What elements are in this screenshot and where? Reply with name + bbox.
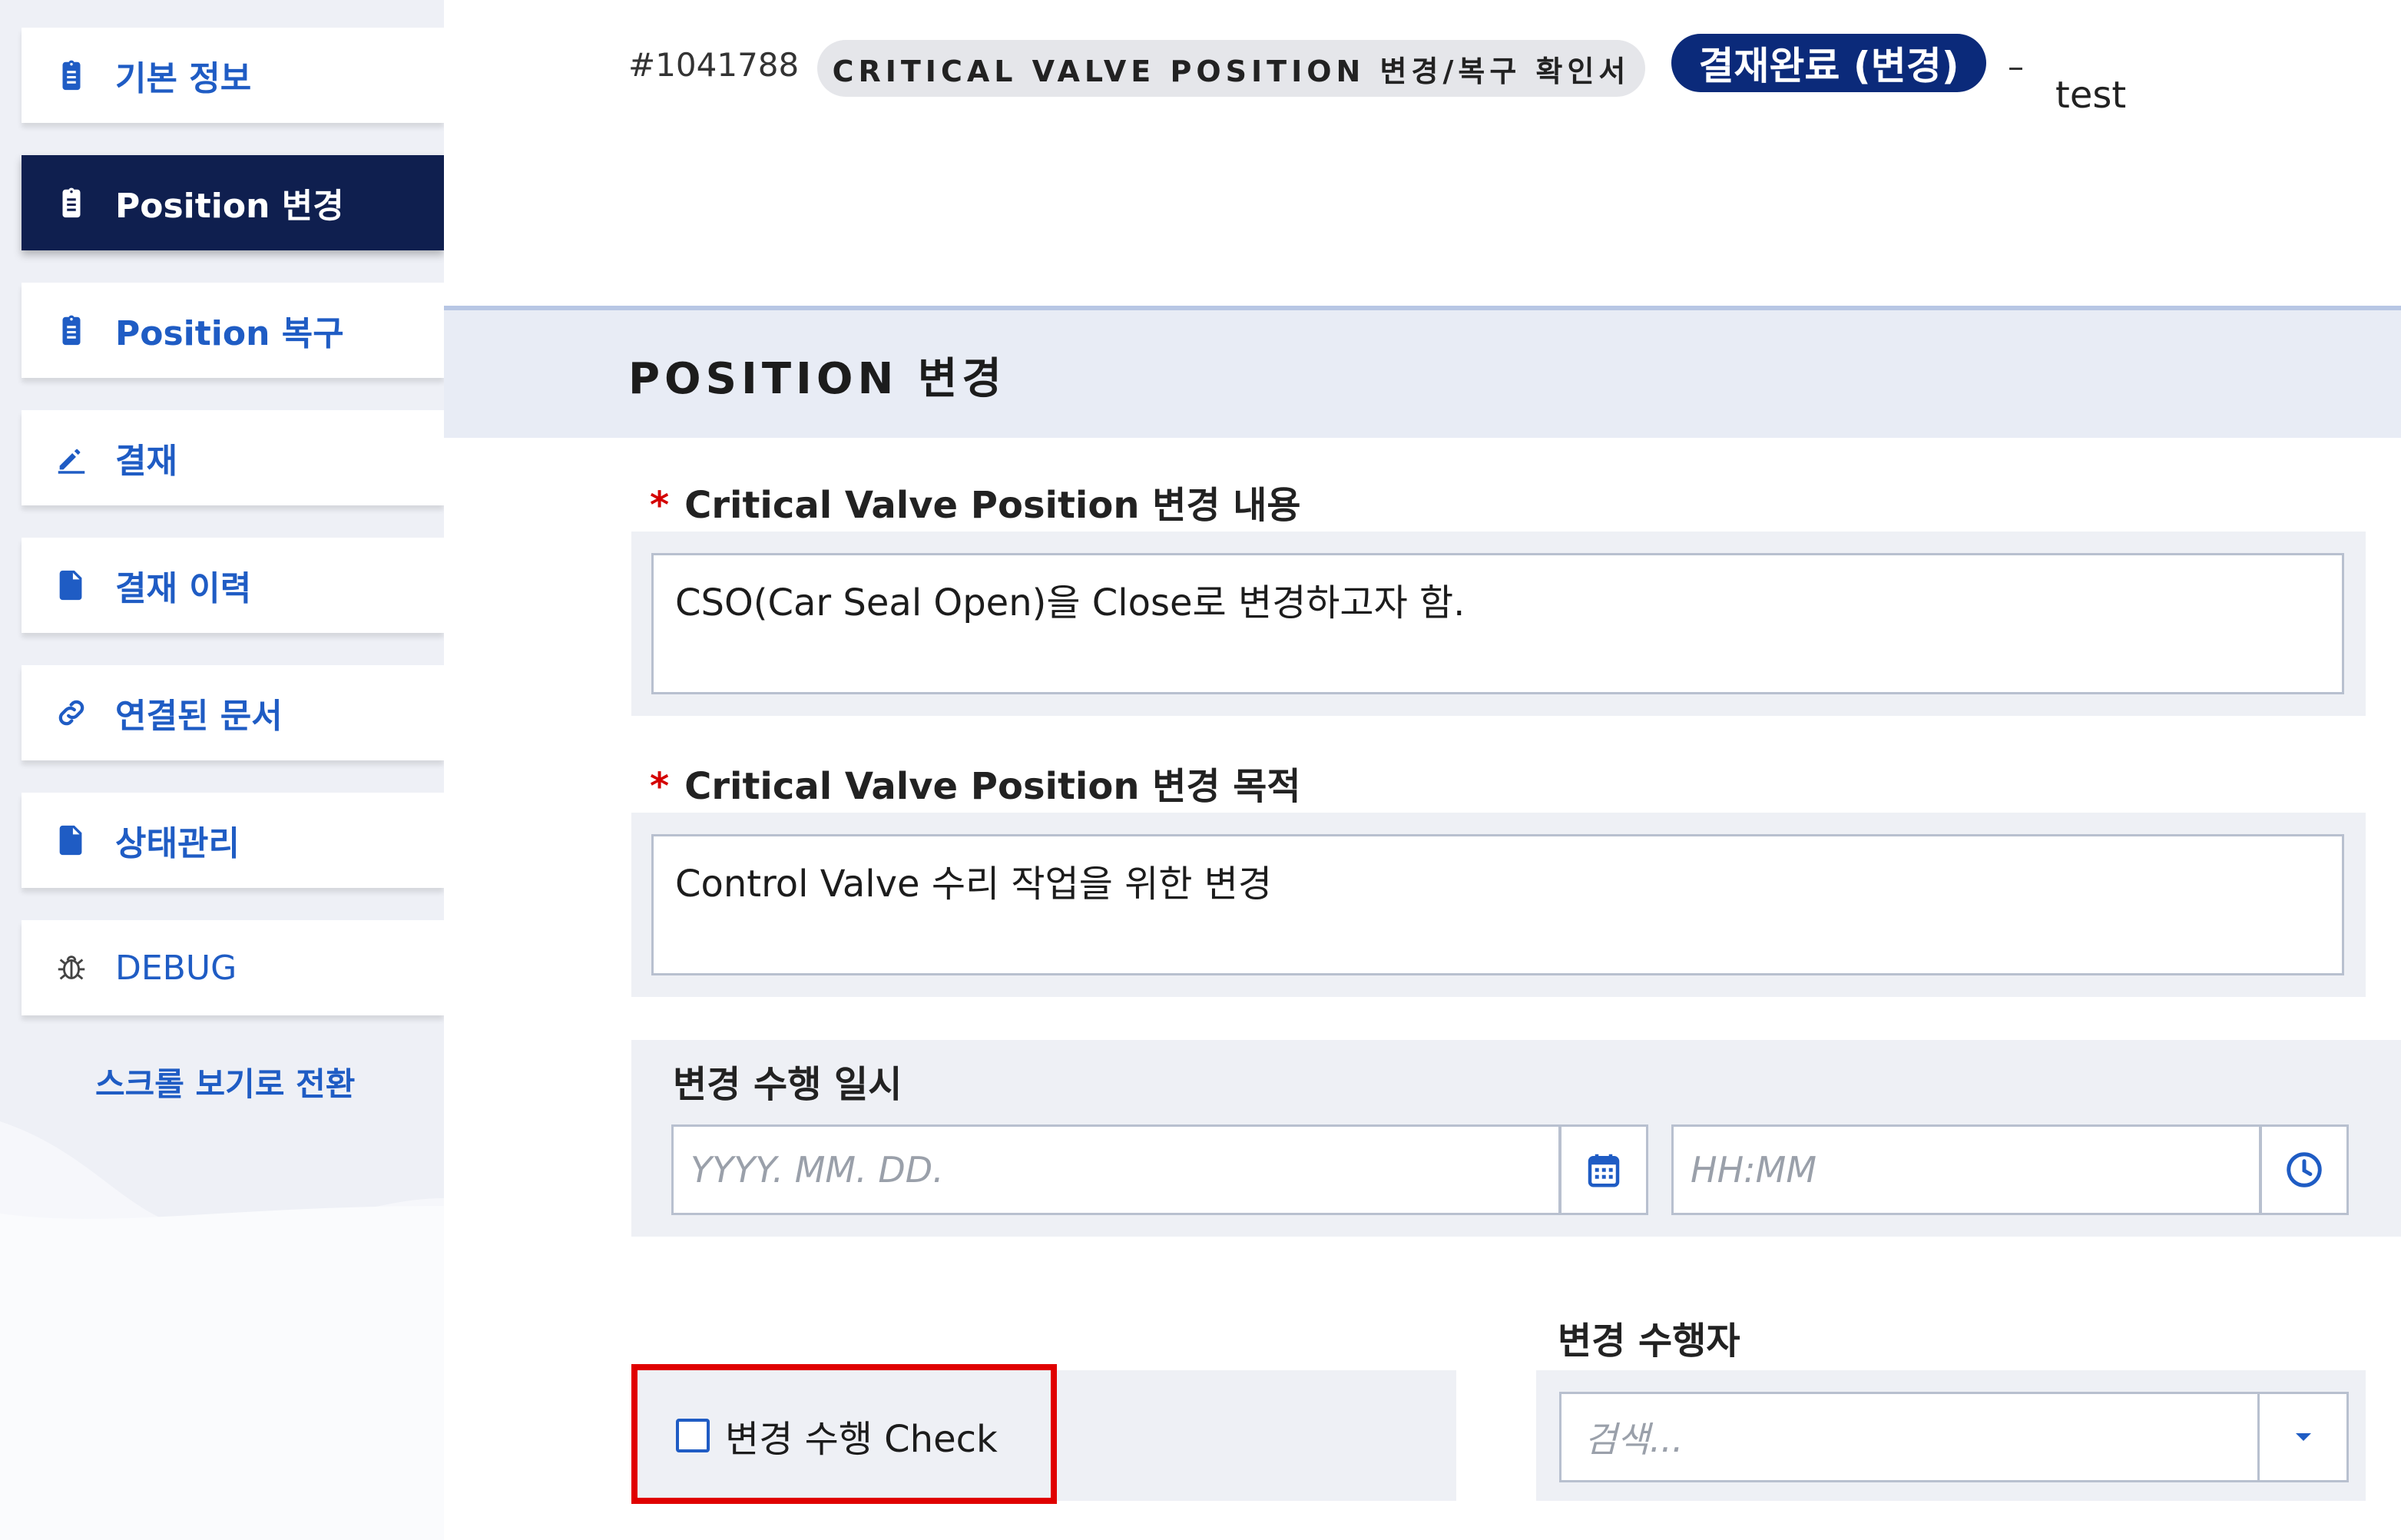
clock-icon [2287, 1152, 2322, 1187]
bug-icon [51, 947, 92, 989]
sidebar-item-label: 기본 정보 [115, 59, 252, 98]
sidebar-item-status[interactable]: 상태관리 [22, 793, 444, 888]
sidebar-decoration [0, 1121, 444, 1540]
clipboard-icon [51, 55, 92, 96]
change-content-label-text: Critical Valve Position 변경 내용 [684, 484, 1301, 527]
change-purpose-textarea[interactable]: Control Valve 수리 작업을 위한 변경 [651, 834, 2344, 975]
change-content-label: * Critical Valve Position 변경 내용 [650, 475, 1301, 528]
status-badge: 결재완료 (변경) [1671, 34, 1986, 92]
time-picker-button[interactable] [2260, 1124, 2349, 1215]
file-icon [51, 565, 92, 606]
required-mark: * [650, 484, 670, 527]
sidebar-item-basic-info[interactable]: 기본 정보 [22, 28, 444, 123]
required-mark: * [650, 765, 670, 808]
title-separator: – [2008, 48, 2024, 85]
clipboard-icon [51, 310, 92, 351]
sidebar-item-label: Position 변경 [115, 187, 344, 226]
execution-datetime-label: 변경 수행 일시 [673, 1063, 902, 1106]
highlight-box [631, 1364, 1057, 1504]
sidebar-item-label: 연결된 문서 [115, 697, 283, 736]
sidebar-item-debug[interactable]: DEBUG [22, 920, 444, 1015]
sidebar-item-label: 결재 [115, 442, 177, 481]
dropdown-button[interactable] [2257, 1394, 2346, 1480]
executor-label: 변경 수행자 [1558, 1320, 1740, 1363]
change-purpose-label: * Critical Valve Position 변경 목적 [650, 756, 1301, 810]
executor-search-input[interactable]: 검색... [1561, 1412, 2257, 1462]
sidebar-item-approval-history[interactable]: 결재 이력 [22, 538, 444, 633]
date-input[interactable]: YYYY. MM. DD. [671, 1124, 1561, 1215]
calendar-button[interactable] [1559, 1124, 1648, 1215]
calendar-icon [1588, 1154, 1620, 1187]
clipboard-icon [51, 182, 92, 224]
sidebar-item-position-restore[interactable]: Position 복구 [22, 283, 444, 378]
sidebar: 기본 정보 Position 변경 Position 복구 결재 결재 이력 연… [0, 0, 444, 1540]
document-number: #1041788 [628, 46, 800, 84]
caret-down-icon [2295, 1433, 2311, 1441]
pen-icon [51, 437, 92, 479]
executor-select[interactable]: 검색... [1559, 1392, 2349, 1482]
section-title: POSITION 변경 [628, 354, 1006, 404]
sidebar-item-label: 상태관리 [115, 824, 240, 863]
file-icon [51, 820, 92, 861]
document-type-badge: CRITICAL VALVE POSITION 변경/복구 확인서 [817, 40, 1645, 97]
sidebar-item-position-change[interactable]: Position 변경 [22, 155, 444, 250]
sidebar-item-linked-docs[interactable]: 연결된 문서 [22, 665, 444, 760]
sidebar-item-approval[interactable]: 결재 [22, 410, 444, 505]
document-title: test [2055, 74, 2127, 117]
scroll-view-toggle-link[interactable]: 스크롤 보기로 전환 [95, 1058, 355, 1105]
sidebar-item-label: 결재 이력 [115, 569, 252, 608]
sidebar-item-label: DEBUG [115, 948, 237, 988]
change-content-textarea[interactable]: CSO(Car Seal Open)을 Close로 변경하고자 함. [651, 553, 2344, 694]
sidebar-item-label: Position 복구 [115, 314, 344, 353]
link-icon [51, 692, 92, 734]
change-purpose-label-text: Critical Valve Position 변경 목적 [684, 765, 1301, 808]
time-input[interactable]: HH:MM [1671, 1124, 2261, 1215]
